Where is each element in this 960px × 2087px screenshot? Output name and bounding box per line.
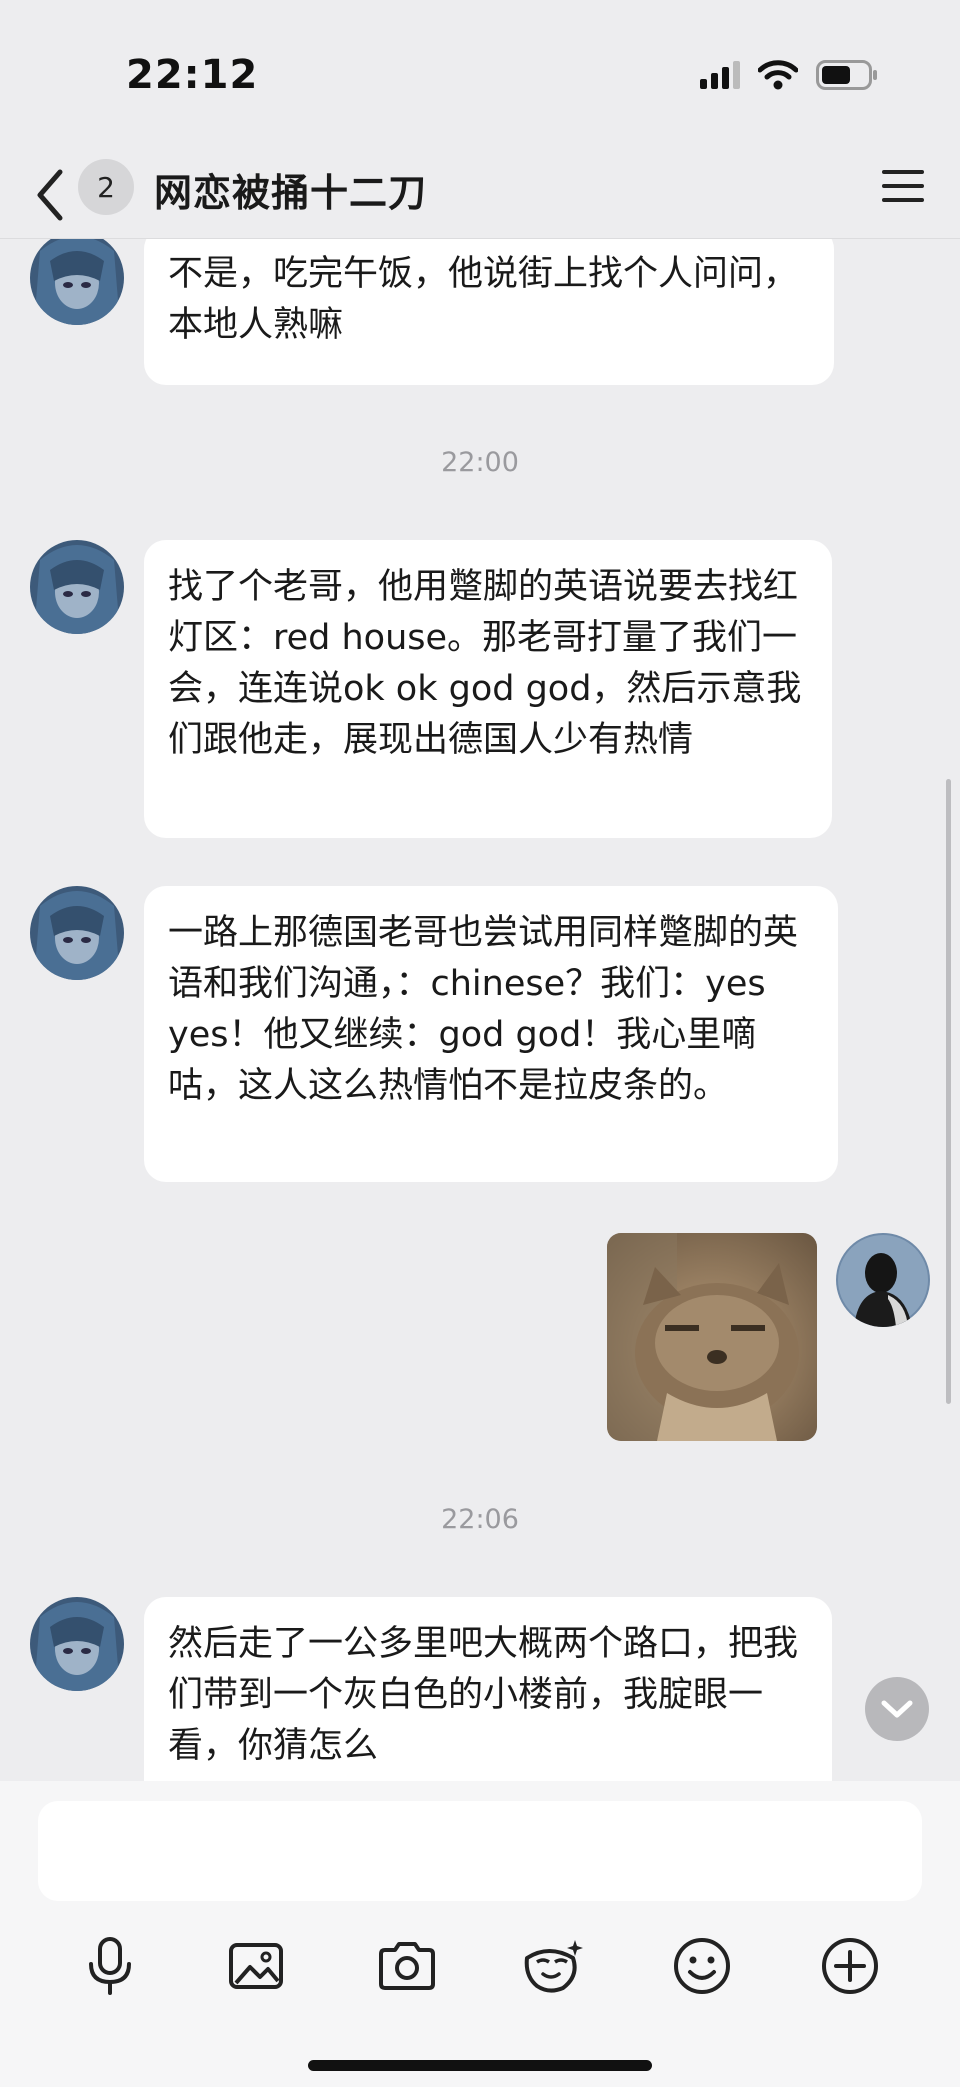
contact-avatar[interactable] bbox=[30, 540, 124, 634]
home-indicator[interactable] bbox=[308, 2060, 652, 2071]
image-icon bbox=[229, 1943, 283, 1989]
message-text: 一路上那德国老哥也尝试用同样蹩脚的英语和我们沟通，：chinese？我们：yes… bbox=[168, 913, 799, 1106]
chat-header: 2 网恋被捅十二刀 bbox=[0, 150, 960, 240]
timestamp-separator: 22:00 bbox=[441, 447, 519, 478]
scroll-to-bottom-button[interactable] bbox=[865, 1677, 929, 1741]
unread-count-badge: 2 bbox=[78, 159, 134, 215]
message-text: 然后走了一公多里吧大概两个路口，把我们带到一个灰白色的小楼前，我腚眼一看，你猜怎… bbox=[168, 1624, 799, 1766]
timestamp-separator: 22:06 bbox=[441, 1504, 519, 1535]
chevron-down-icon bbox=[881, 1700, 913, 1718]
more-button[interactable] bbox=[815, 1931, 885, 2001]
photo-button[interactable] bbox=[223, 1931, 293, 2001]
status-time: 22:12 bbox=[126, 52, 259, 98]
scrollbar[interactable] bbox=[946, 779, 951, 1404]
back-arrow-icon[interactable] bbox=[30, 160, 70, 230]
message-bubble[interactable]: 一路上那德国老哥也尝试用同样蹩脚的英语和我们沟通，：chinese？我们：yes… bbox=[144, 886, 838, 1182]
message-bubble[interactable]: 找了个老哥，他用蹩脚的英语说要去找红灯区：red house。那老哥打量了我们一… bbox=[144, 540, 832, 838]
message-text: 找了个老哥，他用蹩脚的英语说要去找红灯区：red house。那老哥打量了我们一… bbox=[168, 567, 802, 760]
emoji-icon bbox=[674, 1938, 730, 1994]
composer-toolbar bbox=[0, 1931, 960, 2011]
voice-button[interactable] bbox=[75, 1931, 145, 2001]
chat-title: 网恋被捅十二刀 bbox=[154, 171, 428, 215]
camera-button[interactable] bbox=[372, 1931, 442, 2001]
plus-icon bbox=[822, 1938, 878, 1994]
cat-meme-image[interactable] bbox=[607, 1233, 817, 1441]
message-text: 不是，吃完午饭，他说街上找个人问问，本地人熟嘛 bbox=[168, 254, 799, 345]
contact-avatar[interactable] bbox=[30, 886, 124, 980]
sticker-icon bbox=[524, 1940, 583, 1993]
contact-avatar[interactable] bbox=[30, 239, 124, 325]
wifi-icon bbox=[758, 60, 798, 90]
cellular-signal-icon bbox=[700, 61, 740, 89]
menu-icon[interactable] bbox=[880, 166, 926, 206]
sticker-button[interactable] bbox=[518, 1931, 588, 2001]
contact-avatar[interactable] bbox=[30, 1597, 124, 1691]
chat-message-list[interactable]: 不是，吃完午饭，他说街上找个人问问，本地人熟嘛 22:00 找了个老哥，他用蹩脚… bbox=[0, 239, 960, 1781]
microphone-icon bbox=[89, 1937, 131, 1995]
camera-icon bbox=[379, 1942, 435, 1990]
emoji-button[interactable] bbox=[667, 1931, 737, 2001]
status-icons bbox=[700, 60, 878, 90]
message-input[interactable] bbox=[38, 1801, 922, 1901]
user-avatar[interactable] bbox=[836, 1233, 930, 1327]
battery-icon bbox=[816, 60, 877, 90]
status-bar: 22:12 bbox=[0, 0, 960, 150]
composer-area bbox=[0, 1781, 960, 2087]
message-bubble[interactable]: 不是，吃完午饭，他说街上找个人问问，本地人熟嘛 bbox=[144, 239, 834, 385]
message-bubble[interactable]: 然后走了一公多里吧大概两个路口，把我们带到一个灰白色的小楼前，我腚眼一看，你猜怎… bbox=[144, 1597, 832, 1781]
